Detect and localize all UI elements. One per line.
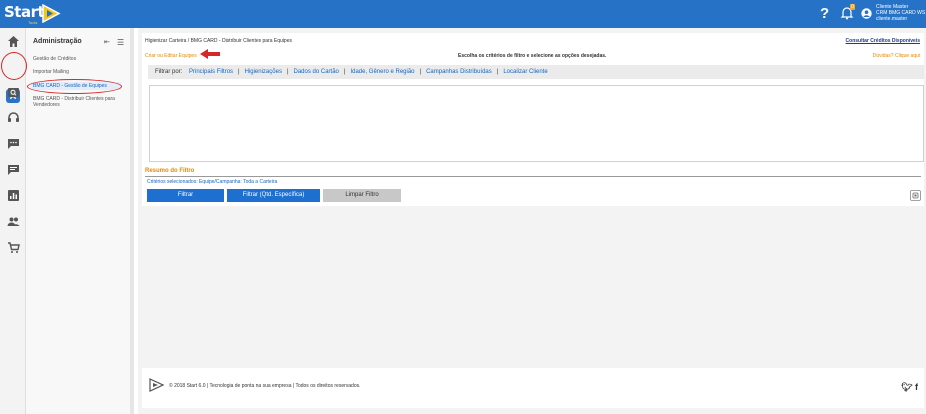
sidebar-item-gestao-creditos[interactable]: Gestão de Créditos: [33, 56, 129, 62]
cart-icon[interactable]: [7, 241, 20, 254]
tab-separator: |: [238, 69, 240, 75]
tab-localizar-cliente[interactable]: Localizar Cliente: [503, 69, 547, 75]
tab-separator: |: [496, 69, 499, 75]
top-bar: Start Tools ? 0 Cliente Master CRM BMG C…: [0, 0, 926, 28]
tab-separator: |: [419, 69, 422, 75]
sidebar-item-importar-mailing[interactable]: Importar Mailing: [33, 69, 129, 75]
tab-separator: |: [286, 69, 289, 75]
twitter-icon[interactable]: 🐦︎: [901, 382, 912, 392]
user-info[interactable]: Cliente Master CRM BMG CARD WS cliente.m…: [876, 4, 925, 22]
message-icon[interactable]: [7, 163, 20, 176]
logo-play-icon: [42, 4, 61, 23]
sidebar-item-distribuir-vendedores[interactable]: BMG CARD - Distribuir Clientes para Vend…: [33, 96, 129, 108]
team-icon[interactable]: [7, 215, 20, 228]
tab-principais-filtros[interactable]: Principais Filtros: [189, 69, 233, 75]
sidebar-title: Administração: [33, 38, 82, 45]
help-link[interactable]: Dúvidas? Clique aqui: [873, 53, 920, 59]
chat-icon[interactable]: [7, 137, 20, 150]
summary-divider: [145, 176, 921, 177]
user-login: cliente.master: [876, 16, 908, 22]
footer-logo-icon: [149, 378, 164, 392]
tab-idade-genero-regiao[interactable]: Idade, Gênero e Região: [350, 69, 414, 75]
filter-options-area[interactable]: [149, 85, 924, 162]
filtrar-button[interactable]: Filtrar: [147, 189, 224, 202]
user-avatar-icon[interactable]: [861, 8, 872, 19]
help-button[interactable]: ?: [820, 5, 829, 22]
hamburger-menu-icon[interactable]: ☰: [117, 38, 124, 47]
main-content: Higienizar Carteira / BMG CARD - Distrib…: [138, 28, 926, 414]
filter-instruction: Escolha os critérios de filtro e selecio…: [458, 53, 607, 59]
notification-badge: 0: [850, 4, 855, 10]
home-icon[interactable]: [7, 35, 20, 48]
filter-tabs: Filtrar por: Principais Filtros | Higieniz…: [148, 65, 924, 79]
headset-icon[interactable]: [7, 111, 20, 124]
logo-subtitle: Tools: [28, 20, 38, 25]
footer-copyright: © 2018 Start 6.0 | Tecnologia de ponta n…: [169, 383, 361, 389]
app-logo[interactable]: Start: [4, 3, 45, 21]
footer: © 2018 Start 6.0 | Tecnologia de ponta n…: [142, 368, 924, 408]
breadcrumb: Higienizar Carteira / BMG CARD - Distrib…: [145, 38, 292, 44]
annotation-circle-admin: [1, 52, 27, 80]
criar-editar-equipes-link[interactable]: Criar ou Editar Equipes: [145, 53, 197, 59]
tab-campanhas-distribuidas[interactable]: Campanhas Distribuídas: [426, 69, 492, 75]
pin-icon[interactable]: ⇤: [104, 38, 110, 46]
tab-separator: |: [343, 69, 346, 75]
social-links: 🐦︎ f: [901, 382, 918, 393]
summary-criteria: Critérios selecionados: Equipe/Campanha:…: [147, 179, 278, 185]
search-icon[interactable]: [7, 86, 20, 99]
filter-label: Filtrar por:: [155, 69, 183, 75]
filtrar-qtd-button[interactable]: Filtrar (Qtd. Específica): [227, 189, 320, 202]
facebook-icon[interactable]: f: [915, 382, 918, 392]
tab-dados-cartao[interactable]: Dados do Cartão: [294, 69, 339, 75]
filter-panel: Higienizar Carteira / BMG CARD - Distrib…: [142, 33, 924, 206]
copy-icon[interactable]: [910, 190, 921, 201]
tab-higienizacoes[interactable]: Higienizações: [245, 69, 282, 75]
annotation-arrow: [200, 49, 220, 59]
summary-title: Resumo do Filtro: [145, 168, 195, 174]
consultar-creditos-link[interactable]: Consultar Créditos Disponíveis: [846, 38, 920, 44]
report-icon[interactable]: [7, 189, 20, 202]
annotation-circle-menu-item: [27, 79, 122, 94]
icon-rail: A: [0, 28, 26, 414]
limpar-filtro-button[interactable]: Limpar Filtro: [323, 189, 401, 202]
